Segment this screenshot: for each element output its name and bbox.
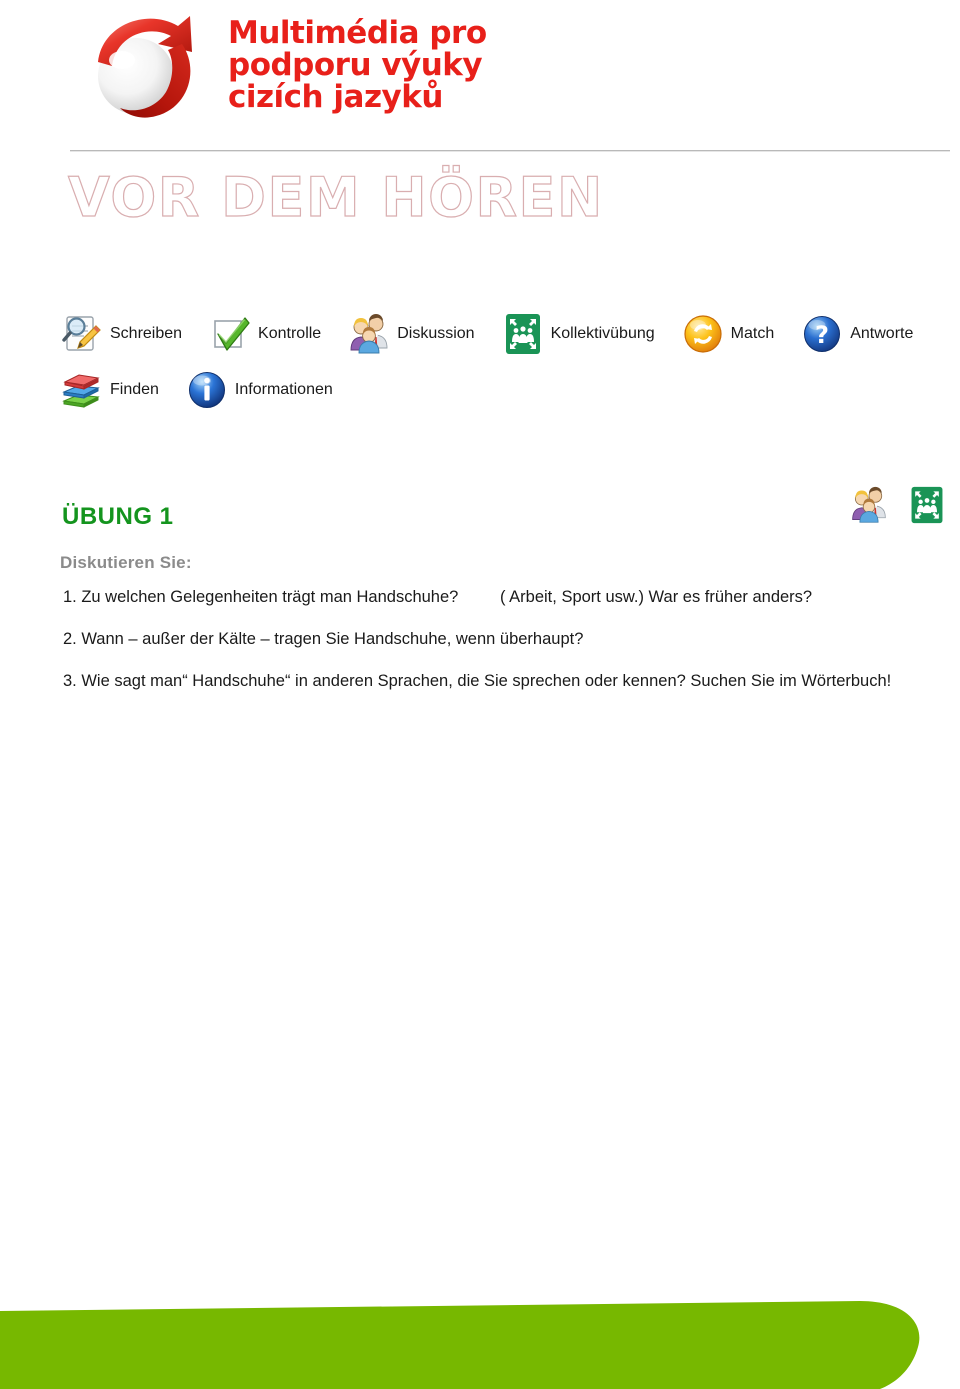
svg-text:?: ?	[815, 321, 829, 349]
logo-title-text: Multimédia pro podporu výuky cizích jazy…	[228, 15, 487, 115]
green-checkmark-box-icon	[214, 317, 250, 351]
legend-item-kontrolle: Kontrolle	[208, 312, 321, 356]
legend-item-diskussion: Diskussion	[347, 312, 475, 356]
exercise-title: ÜBUNG 1	[62, 503, 174, 530]
legend-item-antworte: ? Antworte	[800, 312, 913, 356]
footer-green-banner	[0, 1301, 920, 1389]
legend-item-schreiben: Schreiben	[60, 312, 182, 356]
exercise-header-icons	[849, 485, 947, 525]
red-swirl-sphere-logo-icon	[78, 4, 210, 136]
legend-item-finden: Finden	[60, 368, 159, 412]
assembly-point-green-icon	[911, 486, 943, 524]
question-text: 2. Wann – außer der Kälte – tragen Sie H…	[63, 630, 584, 648]
orange-refresh-circle-icon	[684, 315, 722, 353]
question-item: 2. Wann – außer der Kälte – tragen Sie H…	[60, 631, 950, 673]
brand-logo: Multimédia pro podporu výuky cizích jazy…	[78, 4, 487, 136]
document-page: Multimédia pro podporu výuky cizích jazy…	[0, 0, 960, 1389]
legend-label: Kollektivübung	[550, 325, 655, 342]
legend-label: Informationen	[234, 381, 333, 398]
header-divider	[70, 150, 950, 152]
document-magnifier-pencil-icon	[62, 316, 101, 351]
exercise-header: ÜBUNG 1	[60, 485, 950, 557]
legend-label: Diskussion	[397, 325, 475, 342]
blue-question-mark-circle-icon: ?	[804, 316, 841, 352]
legend-label: Match	[730, 325, 775, 342]
question-text: 3. Wie sagt man“ Handschuhe“ in anderen …	[63, 672, 892, 690]
legend-label: Antworte	[850, 325, 914, 342]
legend-label: Kontrolle	[258, 325, 322, 342]
page-title: VOR DEM HÖREN	[67, 165, 604, 229]
exercise-block: ÜBUNG 1 Diskutieren Sie: 1. Zu welchen G…	[60, 485, 950, 715]
legend-item-kollektivuebung: Kollektivübung	[501, 312, 655, 356]
assembly-point-green-icon	[505, 314, 540, 354]
legend-label: Finden	[110, 381, 159, 398]
legend-item-match: Match	[681, 312, 775, 356]
legend-label: Schreiben	[110, 325, 183, 342]
question-text: 1. Zu welchen Gelegenheiten trägt man Ha…	[63, 588, 459, 606]
stack-of-books-icon	[62, 374, 100, 408]
three-people-icon	[852, 486, 886, 523]
legend-item-informationen: Informationen	[185, 368, 333, 412]
legend-row: Schreiben Kontrolle Diskussion Kollektiv…	[60, 306, 950, 362]
question-item: 1. Zu welchen Gelegenheiten trägt man Ha…	[60, 589, 950, 631]
question-hint: ( Arbeit, Sport usw.) War es früher ande…	[500, 588, 813, 606]
legend-row: Finden Informationen	[60, 362, 950, 418]
question-list: 1. Zu welchen Gelegenheiten trägt man Ha…	[60, 589, 950, 715]
icon-legend: Schreiben Kontrolle Diskussion Kollektiv…	[60, 306, 950, 418]
blue-info-circle-icon	[188, 372, 225, 408]
three-people-icon	[350, 314, 388, 354]
question-item: 3. Wie sagt man“ Handschuhe“ in anderen …	[60, 673, 950, 715]
